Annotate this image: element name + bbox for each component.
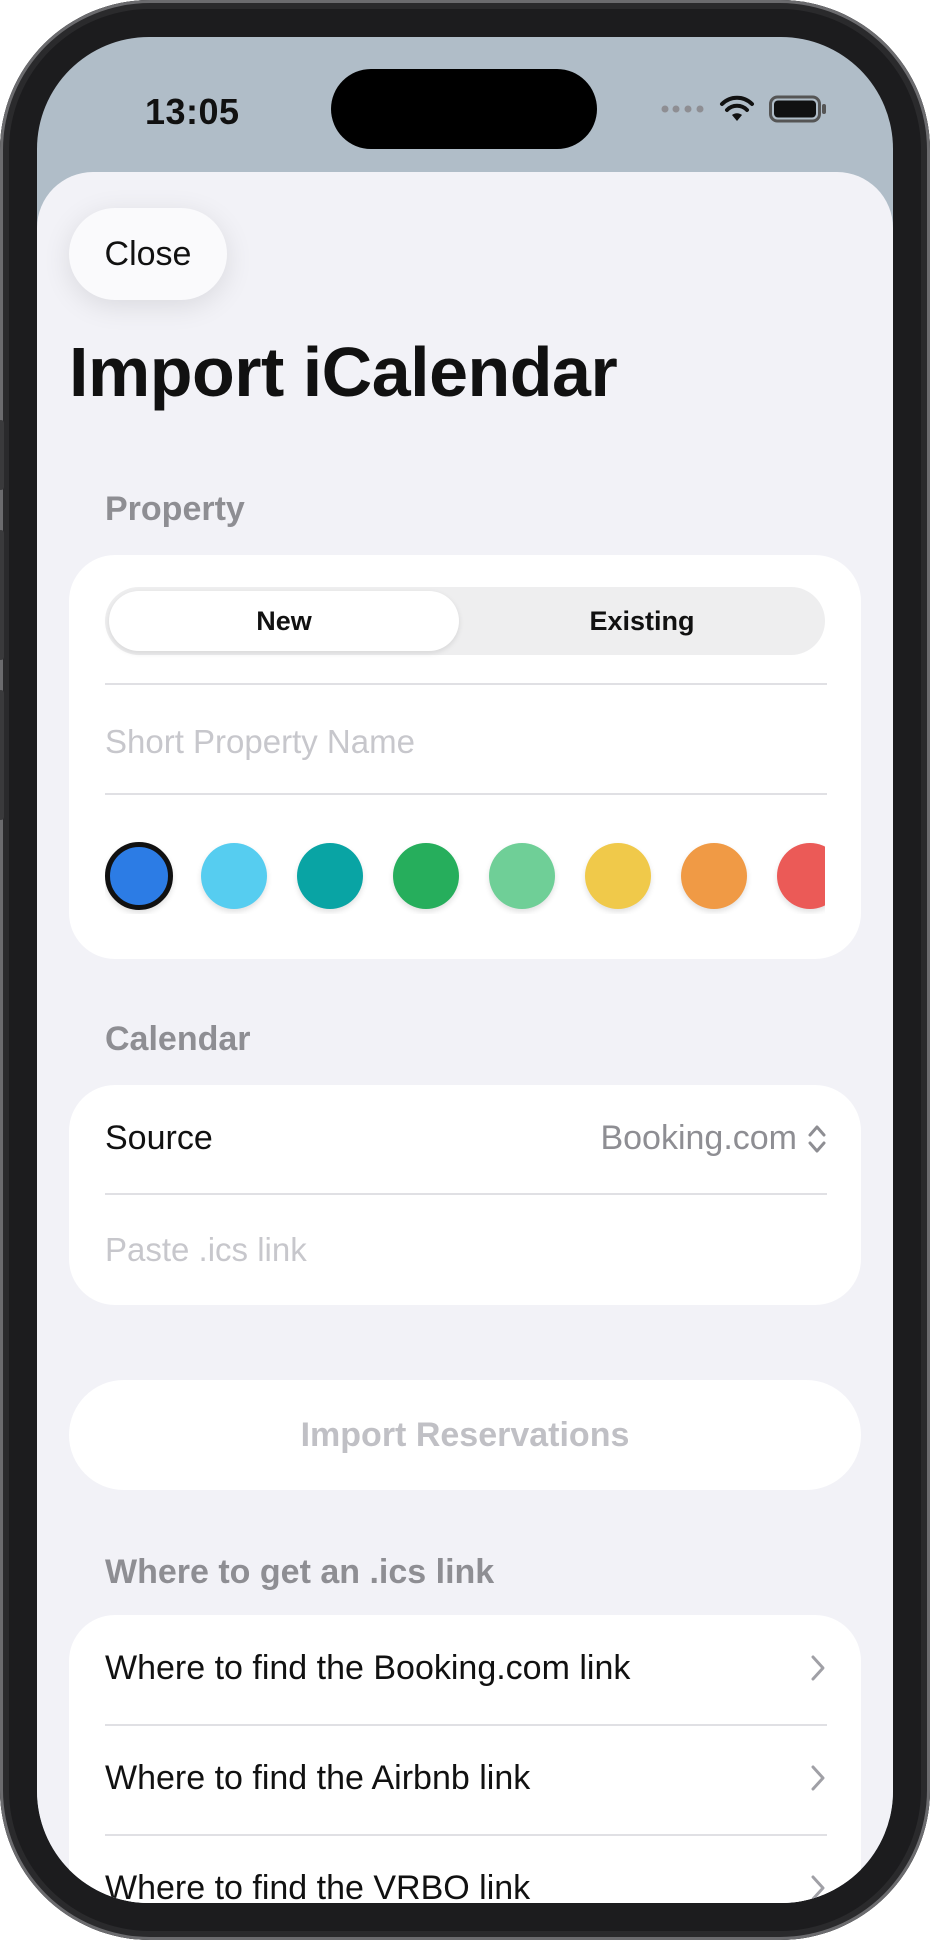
source-value: Booking.com <box>600 1119 797 1157</box>
chevron-right-icon <box>811 1875 825 1901</box>
help-link-airbnb[interactable]: Where to find the Airbnb link <box>69 1725 861 1835</box>
phone-frame: 13:05 Close Import iCalendar Property Ne… <box>0 0 930 1940</box>
property-section-label: Property <box>105 490 245 528</box>
color-swatch-yellow[interactable] <box>585 843 651 909</box>
dynamic-island <box>331 69 597 149</box>
ics-link-field[interactable]: Paste .ics link <box>105 1231 307 1269</box>
help-link-vrbo[interactable]: Where to find the VRBO link <box>69 1835 861 1903</box>
color-picker <box>105 838 825 914</box>
help-links-card: Where to find the Booking.com link Where… <box>69 1615 861 1903</box>
page-title: Import iCalendar <box>69 333 618 411</box>
battery-icon <box>769 95 826 123</box>
property-name-field[interactable]: Short Property Name <box>105 723 415 761</box>
source-label: Source <box>105 1119 213 1157</box>
status-icons <box>661 95 827 123</box>
property-mode-segmented-control: New Existing <box>105 587 825 655</box>
divider <box>105 1193 827 1195</box>
wifi-icon <box>720 95 754 121</box>
source-picker[interactable]: Booking.com <box>600 1119 827 1158</box>
close-button[interactable]: Close <box>69 208 227 300</box>
color-swatch-orange[interactable] <box>681 843 747 909</box>
color-swatch-teal[interactable] <box>297 843 363 909</box>
import-reservations-button[interactable]: Import Reservations <box>69 1380 861 1490</box>
calendar-section-label: Calendar <box>105 1020 251 1058</box>
help-link-label: Where to find the VRBO link <box>105 1869 531 1903</box>
color-swatch-green[interactable] <box>393 843 459 909</box>
chevron-right-icon <box>811 1765 825 1791</box>
color-swatch-red[interactable] <box>777 843 825 909</box>
import-sheet: Close Import iCalendar Property New Exis… <box>37 172 893 1903</box>
help-link-label: Where to find the Airbnb link <box>105 1759 531 1797</box>
divider <box>105 793 827 795</box>
color-swatch-light-green[interactable] <box>489 843 555 909</box>
help-section-label: Where to get an .ics link <box>105 1553 495 1591</box>
help-link-label: Where to find the Booking.com link <box>105 1649 631 1687</box>
segment-existing[interactable]: Existing <box>463 591 821 651</box>
calendar-card: Source Booking.com Paste .ics link <box>69 1085 861 1305</box>
color-swatch-light-blue[interactable] <box>201 843 267 909</box>
status-bar: 13:05 <box>37 37 893 177</box>
status-time: 13:05 <box>145 91 240 132</box>
help-link-booking[interactable]: Where to find the Booking.com link <box>69 1615 861 1725</box>
segment-new[interactable]: New <box>109 591 459 651</box>
up-down-chevron-icon <box>808 1125 826 1152</box>
phone-side-button <box>0 530 4 660</box>
screen: 13:05 Close Import iCalendar Property Ne… <box>37 37 893 1903</box>
phone-side-button <box>0 690 4 820</box>
divider <box>105 683 827 685</box>
property-card: New Existing Short Property Name <box>69 555 861 959</box>
phone-side-button <box>0 420 4 490</box>
color-swatch-blue[interactable] <box>105 842 173 910</box>
chevron-right-icon <box>811 1655 825 1681</box>
signal-dots-icon <box>661 105 704 113</box>
